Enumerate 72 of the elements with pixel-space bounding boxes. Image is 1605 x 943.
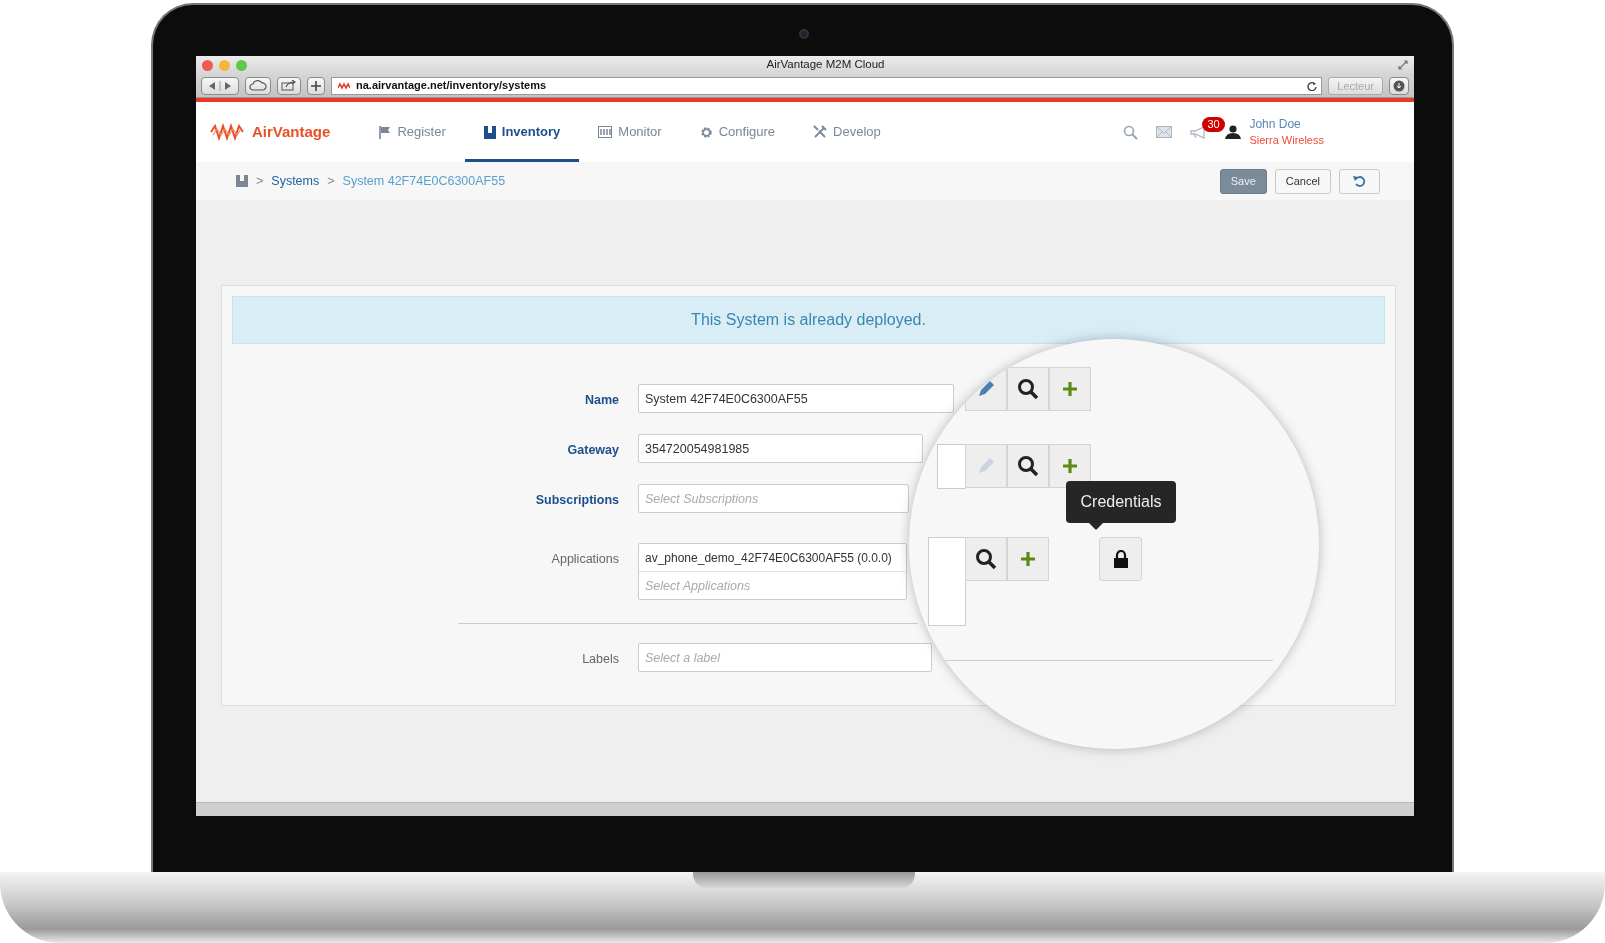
magnified-field xyxy=(937,444,966,489)
nav-tab[interactable]: Develop xyxy=(794,102,900,162)
pencil-icon xyxy=(977,457,995,475)
undo-icon xyxy=(1353,174,1366,188)
logo-icon xyxy=(210,123,246,141)
search-button[interactable] xyxy=(1007,444,1049,488)
breadcrumb-separator: > xyxy=(327,172,335,190)
reload-icon[interactable] xyxy=(1307,80,1318,91)
plus-icon xyxy=(311,80,321,91)
field-label: Subscriptions xyxy=(534,492,620,509)
undo-button[interactable] xyxy=(1339,168,1380,194)
input-field[interactable]: Select Subscriptions xyxy=(638,484,909,513)
download-icon xyxy=(1393,79,1405,92)
search-button[interactable] xyxy=(965,537,1007,581)
search-icon xyxy=(1017,455,1039,477)
share-button[interactable] xyxy=(277,76,301,95)
cloud-icon xyxy=(249,80,267,91)
search-icon xyxy=(1017,378,1039,400)
brand-name: AirVantage xyxy=(252,121,331,142)
field-label: Gateway xyxy=(566,442,620,459)
save-button[interactable]: Save xyxy=(1219,168,1267,194)
add-button[interactable] xyxy=(1049,444,1091,488)
plus-icon xyxy=(1062,381,1078,397)
tag-input-field[interactable]: av_phone_demo_42F74E0C6300AF55 (0.0.0) Select Applications xyxy=(638,543,907,600)
home-icon[interactable] xyxy=(236,175,248,187)
icloud-button[interactable] xyxy=(245,76,271,95)
cancel-button[interactable]: Cancel xyxy=(1274,168,1331,194)
input-field[interactable]: Select a label xyxy=(638,643,932,672)
nav-tab[interactable]: Monitor xyxy=(579,102,681,162)
window-control-dot[interactable] xyxy=(202,59,213,71)
plus-icon xyxy=(1020,551,1036,567)
info-alert: This System is already deployed. xyxy=(232,296,1385,344)
tooltip: Credentials xyxy=(1066,481,1176,523)
url-text: na.airvantage.net/inventory/systems xyxy=(356,78,548,94)
dashboard-icon xyxy=(598,126,613,138)
address-bar[interactable]: na.airvantage.net/inventory/systems xyxy=(331,76,1323,95)
window-title: AirVantage M2M Cloud xyxy=(765,57,886,73)
field-label: Labels xyxy=(581,651,620,668)
flag-icon xyxy=(379,125,392,139)
window-control-dot[interactable] xyxy=(236,59,247,71)
notification-badge: 30 xyxy=(1202,116,1225,132)
tools-icon xyxy=(813,125,828,139)
share-icon xyxy=(281,80,297,91)
pencil-icon xyxy=(977,380,995,398)
lock-icon xyxy=(1112,550,1129,568)
fullscreen-icon[interactable] xyxy=(1398,60,1408,70)
storage-icon xyxy=(483,125,496,139)
gear-icon xyxy=(699,125,713,139)
company-name: Sierra Wireless xyxy=(1249,133,1324,148)
search-icon xyxy=(975,548,997,570)
camera-lens xyxy=(799,29,809,39)
user-name[interactable]: John Doe xyxy=(1249,116,1324,133)
credentials-button[interactable] xyxy=(1099,537,1142,581)
input-field[interactable]: System 42F74E0C6300AF55 xyxy=(638,384,954,413)
field-label: Applications xyxy=(550,551,620,568)
user-icon xyxy=(1225,125,1242,139)
nav-tab[interactable]: Register xyxy=(360,102,465,162)
input-field[interactable]: 354720054981985 xyxy=(638,434,923,463)
plus-icon xyxy=(1062,458,1078,474)
window-control-dot[interactable] xyxy=(219,59,230,71)
breadcrumb-separator: > xyxy=(256,172,264,190)
site-logo-icon xyxy=(338,81,350,90)
downloads-button[interactable] xyxy=(1389,76,1409,95)
breadcrumb-link[interactable]: Systems xyxy=(271,171,320,191)
field-label: Name xyxy=(583,392,620,409)
nav-tab[interactable]: Configure xyxy=(680,102,795,162)
new-tab-button[interactable] xyxy=(307,76,325,95)
breadcrumb-link[interactable]: System 42F74E0C6300AF55 xyxy=(342,171,506,191)
megaphone-icon[interactable] xyxy=(1190,125,1208,139)
tooltip-arrow xyxy=(1089,523,1103,530)
back-forward-buttons[interactable] xyxy=(201,76,239,95)
search-button[interactable] xyxy=(1007,367,1049,411)
